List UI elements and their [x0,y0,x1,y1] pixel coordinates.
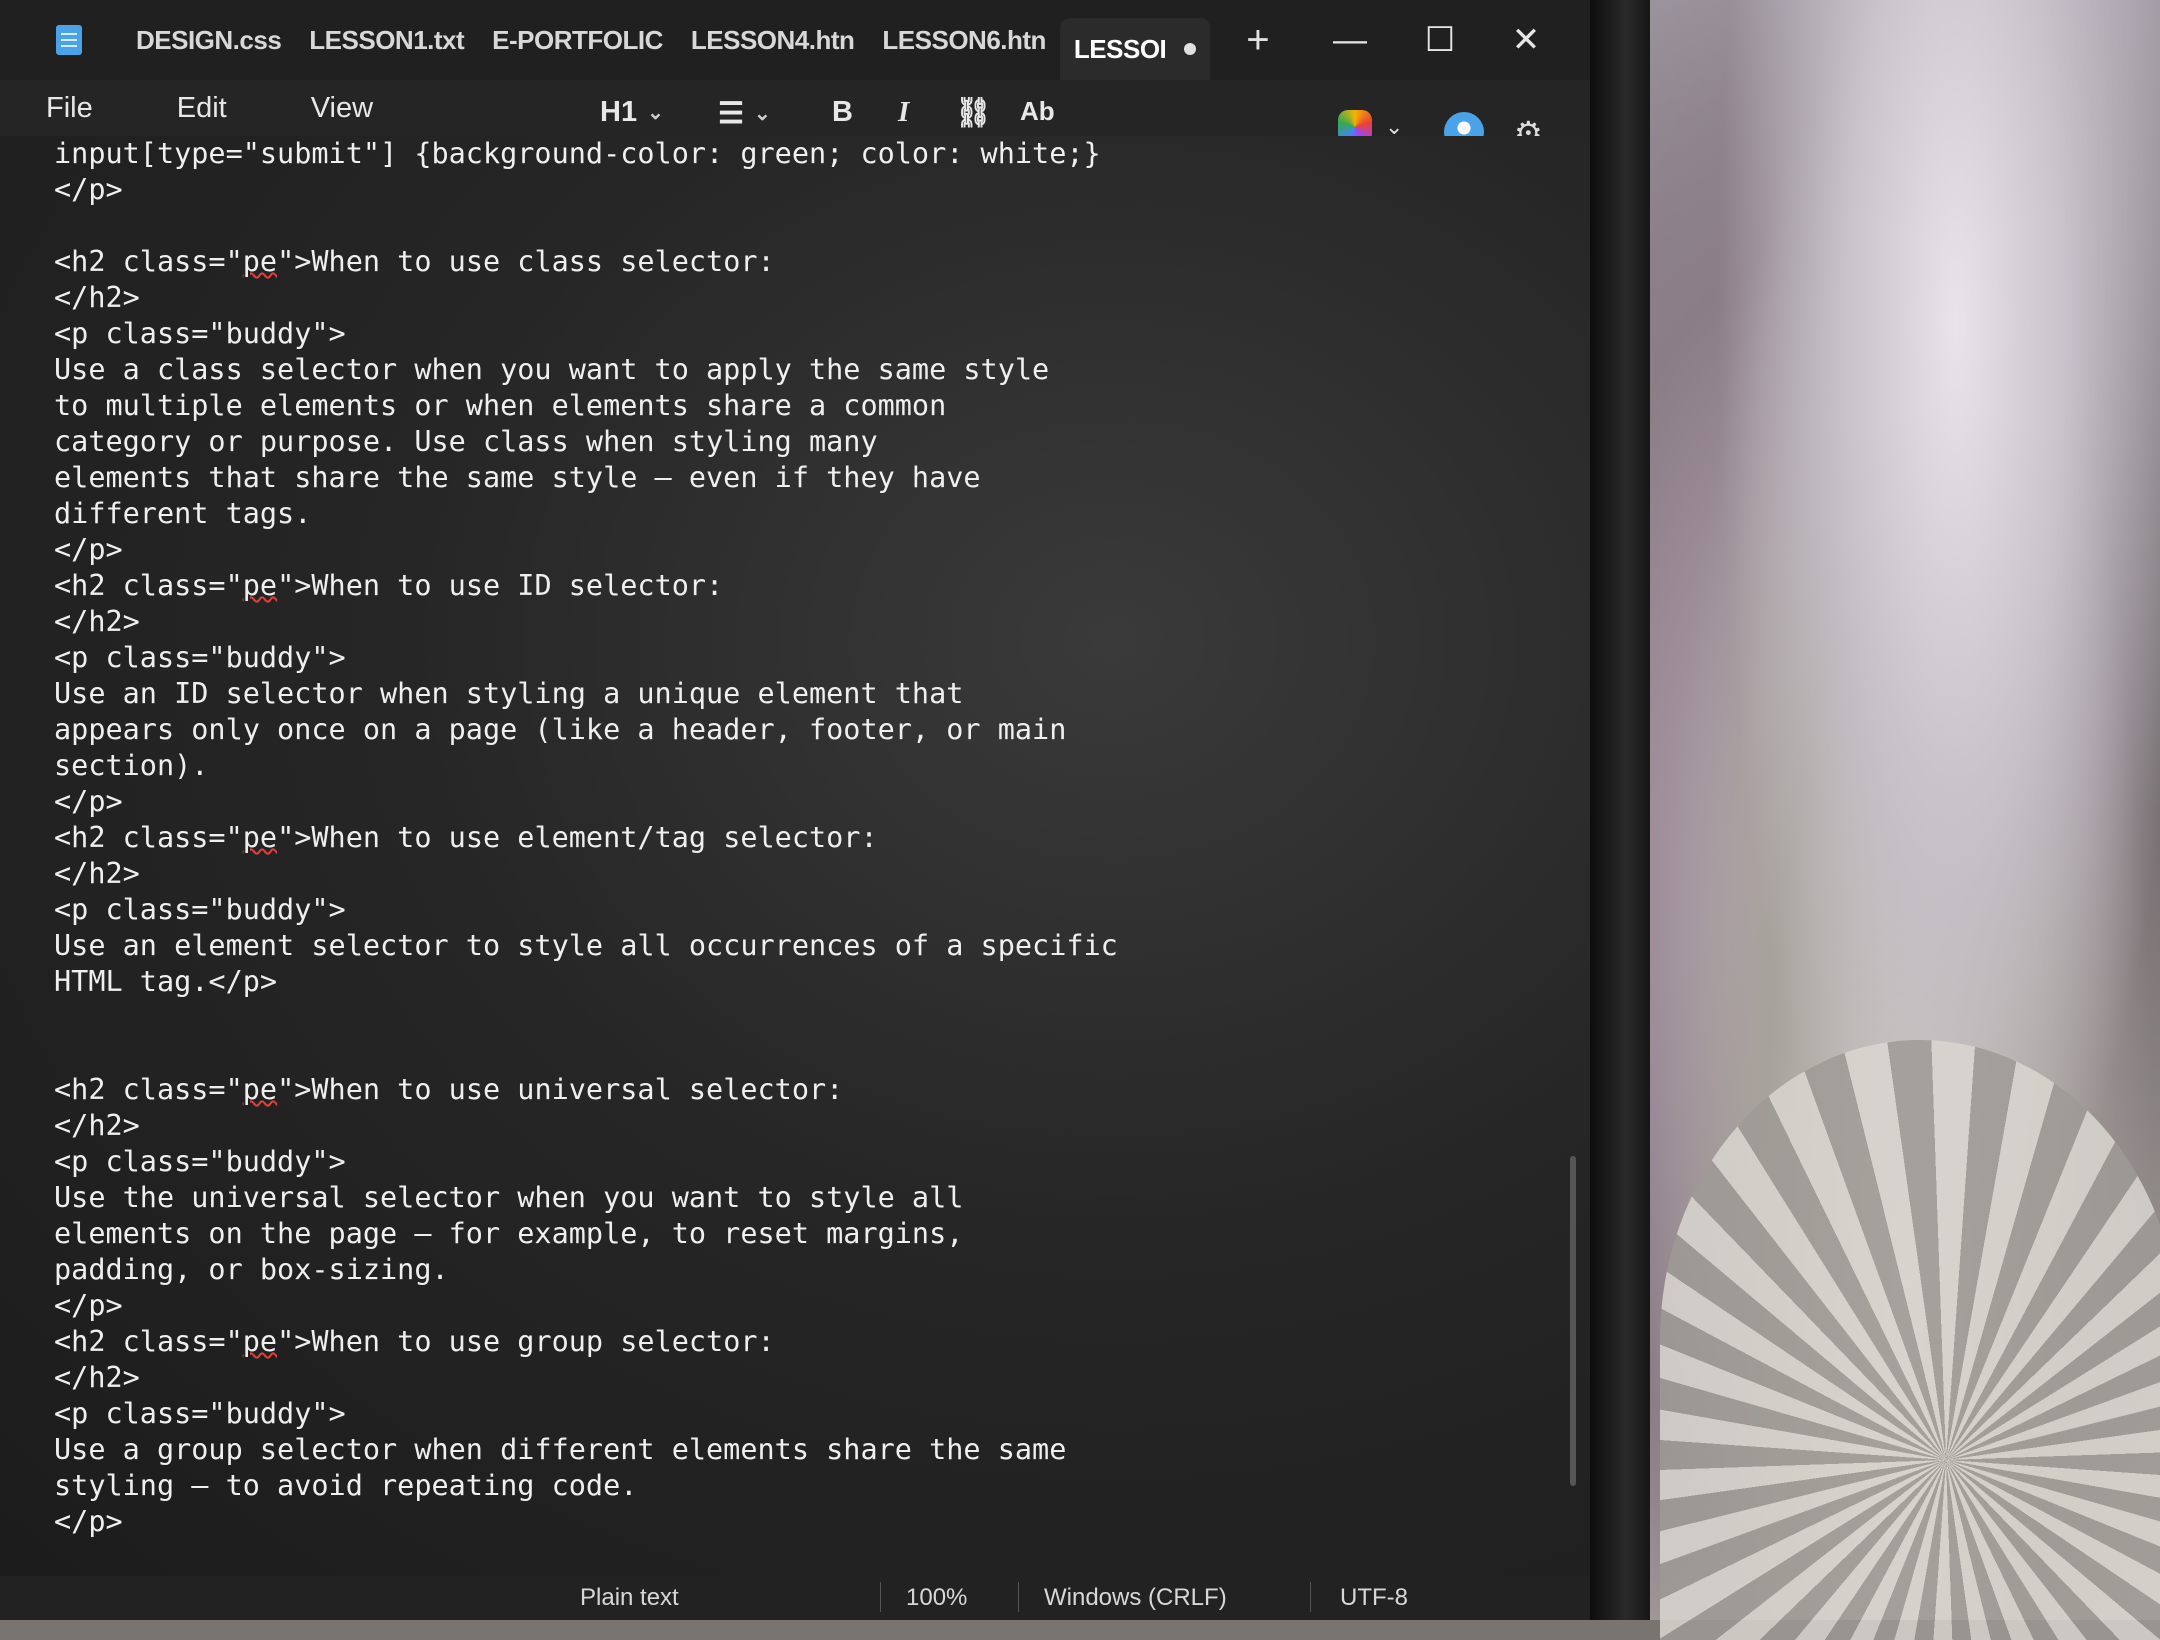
close-button[interactable]: ✕ [1486,0,1566,80]
code-line: </p> [54,173,123,206]
tab-active-lesson[interactable]: LESSOI [1059,18,1211,80]
code-line: </p> [54,785,123,818]
new-tab-button[interactable]: + [1246,18,1269,63]
spelling-error-mark[interactable]: pe [243,1073,277,1106]
code-line: input[type="submit"] {background-color: … [54,137,1101,170]
code-line: </p> [54,1289,123,1322]
code-line: <p class="buddy"> [54,1397,346,1430]
code-line: </h2> [54,281,140,314]
code-line: <h2 class="pe">When to use element/tag s… [54,821,878,854]
code-line: <h2 class="pe">When to use ID selector: [54,569,724,602]
maximize-button[interactable]: ☐ [1400,0,1480,80]
code-line: <p class="buddy"> [54,1145,346,1178]
menu-edit[interactable]: Edit [153,92,251,125]
code-line: </h2> [54,857,140,890]
code-line: HTML tag.</p> [54,965,278,998]
bold-button[interactable]: B [832,96,853,129]
spellcheck-button[interactable]: Ab [1020,96,1055,127]
code-line: to multiple elements or when elements sh… [54,389,947,422]
code-line: category or purpose. Use class when styl… [54,425,878,458]
list-icon: ☰ [718,98,744,130]
code-line: <p class="buddy"> [54,893,346,926]
tab-lesson4[interactable]: LESSON4.htn [677,0,869,80]
menu-file[interactable]: File [22,92,117,125]
code-line: </h2> [54,1361,140,1394]
code-line: </h2> [54,1109,140,1142]
code-line: styling – to avoid repeating code. [54,1469,638,1502]
code-line: section). [54,749,209,782]
chevron-down-icon: ⌄ [647,102,664,124]
code-line: padding, or box-sizing. [54,1253,449,1286]
code-line: elements that share the same style – eve… [54,461,981,494]
code-line: Use a group selector when different elem… [54,1433,1067,1466]
spelling-error-mark[interactable]: pe [243,1325,277,1358]
code-content[interactable]: input[type="submit"] {background-color: … [54,136,1118,1612]
code-line: <p class="buddy"> [54,641,346,674]
status-line-ending[interactable]: Windows (CRLF) [1044,1584,1227,1612]
code-line: appears only once on a page (like a head… [54,713,1067,746]
list-dropdown[interactable]: ☰ ⌄ [718,96,771,131]
code-line: <h2 class="pe">When to use group selecto… [54,1325,775,1358]
status-divider [1018,1582,1019,1612]
code-line: elements on the page – for example, to r… [54,1217,964,1250]
code-line: </p> [54,533,123,566]
code-line: <h2 class="pe">When to use class selecto… [54,245,775,278]
tab-lesson6[interactable]: LESSON6.htn [868,0,1060,80]
status-bar: Plain text 100% Windows (CRLF) UTF-8 [0,1576,1590,1620]
status-zoom[interactable]: 100% [906,1584,967,1612]
active-tab-label: LESSOI [1073,33,1167,64]
tab-e-portfolio[interactable]: E-PORTFOLIC [478,0,677,80]
code-line: Use an ID selector when styling a unique… [54,677,964,710]
code-line: <h2 class="pe">When to use universal sel… [54,1073,844,1106]
link-icon[interactable]: ⛓ [955,96,992,130]
code-line: Use the universal selector when you want… [54,1181,964,1214]
status-divider [880,1582,881,1612]
spelling-error-mark[interactable]: pe [243,569,277,602]
menu-view[interactable]: View [287,92,397,125]
code-line: Use an element selector to style all occ… [54,929,1118,962]
notepad-app-icon [56,25,82,55]
code-line: <p class="buddy"> [54,317,346,350]
heading-dropdown[interactable]: H1 ⌄ [600,96,664,129]
text-editor[interactable]: input[type="submit"] {background-color: … [0,136,1590,1610]
minimize-button[interactable]: — [1310,0,1390,80]
code-line: </p> [54,1505,123,1538]
tab-design-css[interactable]: DESIGN.css [122,0,295,80]
code-line: different tags. [54,497,312,530]
tab-lesson1[interactable]: LESSON1.txt [295,0,478,80]
foil-bowl [1660,1040,2160,1640]
notepad-window: DESIGN.css LESSON1.txt E-PORTFOLIC LESSO… [0,0,1590,1620]
heading-label: H1 [600,96,638,128]
status-format: Plain text [580,1584,679,1611]
tab-bar: DESIGN.css LESSON1.txt E-PORTFOLIC LESSO… [0,0,1590,80]
status-divider [1310,1582,1311,1612]
vertical-scrollbar[interactable] [1570,1156,1576,1486]
code-line: </h2> [54,605,140,638]
italic-button[interactable]: I [898,96,909,129]
laptop-bezel [1590,0,1650,1620]
chevron-down-icon: ⌄ [754,103,771,125]
spelling-error-mark[interactable]: pe [243,245,277,278]
code-line: Use a class selector when you want to ap… [54,353,1050,386]
spelling-error-mark[interactable]: pe [243,821,277,854]
status-encoding[interactable]: UTF-8 [1340,1584,1408,1612]
unsaved-dot-icon [1184,43,1197,55]
